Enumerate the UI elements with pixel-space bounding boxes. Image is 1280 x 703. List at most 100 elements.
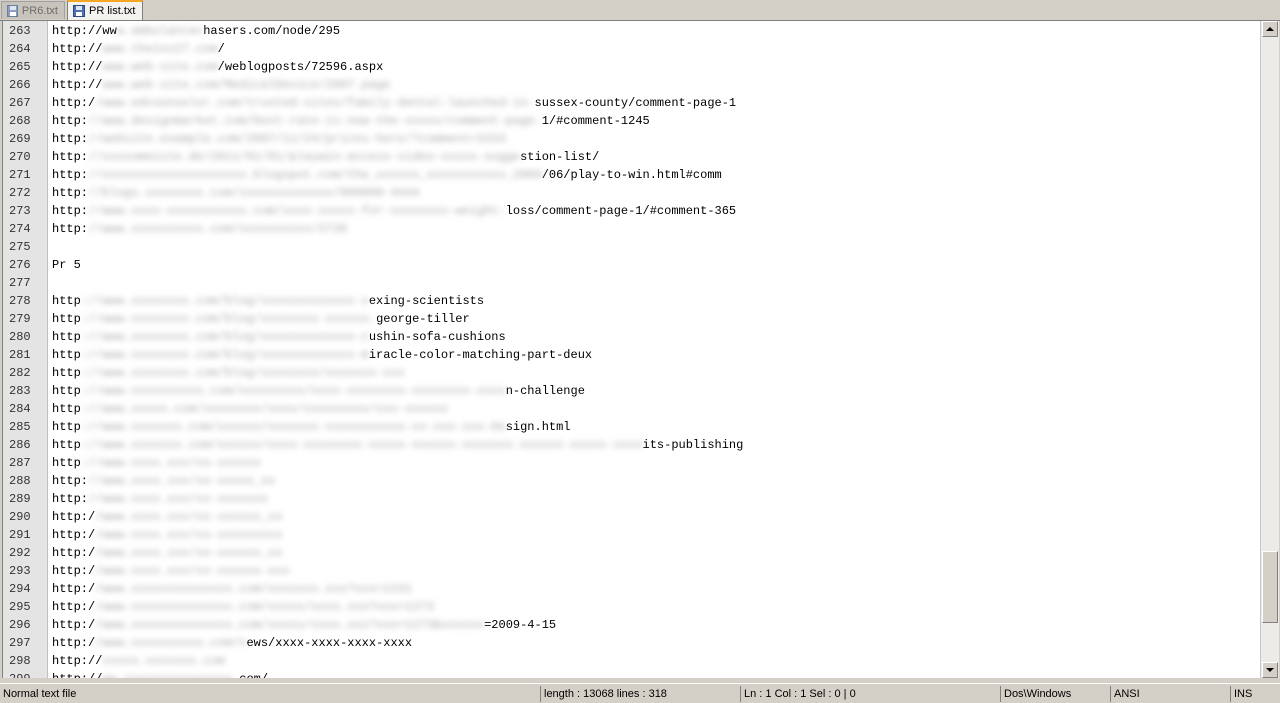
line-number: 281 xyxy=(9,348,31,362)
line-text-redacted: xxxxx.xxxxxxx.com xyxy=(102,654,225,668)
line-text: http://xxxxx.xxxxxxx.com xyxy=(52,652,225,670)
line-text-redacted: ww.xxxxxxxxxxxxxxx. xyxy=(102,672,239,678)
scroll-thumb[interactable] xyxy=(1262,551,1278,623)
line-text-visible: Pr 5 xyxy=(52,258,81,272)
line-number: 264 xyxy=(9,42,31,56)
vertical-scrollbar[interactable] xyxy=(1260,21,1279,678)
editor-line[interactable]: 297 http://www.xxxxxxxxxx.com/news/xxxx-x… xyxy=(3,634,1261,652)
line-number: 292 xyxy=(9,546,31,560)
line-text-redacted: ://www.xxxxxxxx.com/blog/xxxxxxxxxxxxx-m xyxy=(80,348,369,362)
editor-line[interactable]: 278 http://www.xxxxxxxx.com/blog/xxxxxxxx… xyxy=(3,292,1261,310)
line-text: http://www.xxxxxxxx.com/blog/xxxxxxxxxxx… xyxy=(52,328,506,346)
status-insert-mode: INS xyxy=(1230,686,1280,702)
line-text-visible: http:/ xyxy=(52,96,96,110)
line-text: http://www.edcounselor.com/trusted-sites… xyxy=(52,94,736,112)
editor-line[interactable]: 279 http://www.xxxxxxxx.com/blog/xxxxxxxx… xyxy=(3,310,1261,328)
status-filetype: Normal text file xyxy=(3,688,77,700)
editor-line[interactable]: 272 http://blogs.xxxxxxxx.com/xxxxxxxxxxx… xyxy=(3,184,1261,202)
line-text-visible: http:// xyxy=(52,42,103,56)
editor-line[interactable]: 299http://ww.xxxxxxxxxxxxxxx.com/ xyxy=(3,670,1261,678)
line-text-visible: sussex-county/comment-page-1 xyxy=(534,96,737,110)
line-text: http://www.xxxxxxxxxx.com/news/xxxx-xxxx… xyxy=(52,634,412,652)
line-text-visible: http xyxy=(52,402,81,416)
editor-lines[interactable]: 263 http://www.ambulancechasers.com/node/… xyxy=(3,22,1261,678)
line-number: 291 xyxy=(9,528,31,542)
line-text-visible: sign.html xyxy=(505,420,571,434)
line-text-redacted: ://www.xxxxxxxx.com/blog/xxxxxxxxxxxxx-v xyxy=(80,294,369,308)
line-text-redacted: ://www.xxxxx.com/xxxxxxxx/xxxx/xxxxxxxxx… xyxy=(80,402,449,416)
line-number: 283 xyxy=(9,384,31,398)
editor-line[interactable]: 296 http://www.xxxxxxxxxxxxxx.com/xxxxx/x… xyxy=(3,616,1261,634)
editor-line[interactable]: 263 http://www.ambulancechasers.com/node/… xyxy=(3,22,1261,40)
editor-line[interactable]: 281 http://www.xxxxxxxx.com/blog/xxxxxxxx… xyxy=(3,346,1261,364)
line-text-redacted: www.web-site.com/MedicalDevice/2007.page xyxy=(102,78,391,92)
line-text-redacted: //www.designmarket.com/best-rate-is-now-… xyxy=(88,114,542,128)
line-text: http://www.xxxxxxxxxx.com/xxxxxxxxxx/272… xyxy=(52,220,347,238)
editor-line[interactable]: 267 http://www.edcounselor.com/trusted-si… xyxy=(3,94,1261,112)
line-text-visible: iracle-color-matching-part-deux xyxy=(368,348,593,362)
line-text-visible: /weblogposts/72596.aspx xyxy=(217,60,384,74)
editor-line[interactable]: 298 http://xxxxx.xxxxxxx.com xyxy=(3,652,1261,670)
line-text: http://www.the1xx27.com/ xyxy=(52,40,225,58)
editor-line[interactable]: 271 http://xxxxxxxxxxxxxxxxxxxx.blogspot.… xyxy=(3,166,1261,184)
line-text: http://www.xxxxx.com/xxxxxxxx/xxxx/xxxxx… xyxy=(52,400,448,418)
editor-line[interactable]: 293 http://www.xxxx.xxx/xx-xxxxxx-xxx xyxy=(3,562,1261,580)
editor-line[interactable]: 270 http://xxxsomesite.de/2011/01/01/play… xyxy=(3,148,1261,166)
line-text: http://www.xxxx.xxx/xx-xxxxxxx xyxy=(52,490,268,508)
line-number: 268 xyxy=(9,114,31,128)
line-text: http://www.xxxx.xxx/xx-xxxxxx xyxy=(52,454,261,472)
line-number: 299 xyxy=(3,670,49,678)
tab-pr6[interactable]: PR6.txt xyxy=(1,1,65,19)
text-editor[interactable]: 263 http://www.ambulancechasers.com/node/… xyxy=(2,21,1261,678)
editor-line[interactable]: 265 http://www.web-site.com/weblogposts/7… xyxy=(3,58,1261,76)
editor-line[interactable]: 287 http://www.xxxx.xxx/xx-xxxxxx xyxy=(3,454,1261,472)
line-text-redacted: ://www.xxxxxxxx.com/blog/xxxxxxxx-xxxxxx… xyxy=(80,312,377,326)
tab-pr-list[interactable]: PR list.txt xyxy=(67,0,143,20)
editor-line[interactable]: 275 xyxy=(3,238,1261,256)
editor-line[interactable]: 264 http://www.the1xx27.com/ xyxy=(3,40,1261,58)
editor-line[interactable]: 286 http://www.xxxxxxx.com/xxxxxx/xxxx-xx… xyxy=(3,436,1261,454)
editor-line[interactable]: 283 http://www.xxxxxxxxxx.com/xxxxxxxxx/x… xyxy=(3,382,1261,400)
scroll-up-button[interactable] xyxy=(1262,21,1278,37)
line-text-visible: http:/ xyxy=(52,528,96,542)
line-number: 279 xyxy=(9,312,31,326)
line-text-visible: / xyxy=(217,42,225,56)
tab-label: PR6.txt xyxy=(21,4,58,17)
editor-line[interactable]: 292 http://www.xxxx.xxx/xx-xxxxxx_xx xyxy=(3,544,1261,562)
editor-line[interactable]: 285 http://www.xxxxxxx.com/xxxxxx/xxxxxxx… xyxy=(3,418,1261,436)
line-text-visible: http xyxy=(52,330,81,344)
editor-line[interactable]: 280 http://www.xxxxxxxx.com/blog/xxxxxxxx… xyxy=(3,328,1261,346)
editor-line[interactable]: 284 http://www.xxxxx.com/xxxxxxxx/xxxx/xx… xyxy=(3,400,1261,418)
line-text-visible: http:/ xyxy=(52,564,96,578)
editor-line[interactable]: 288 http://www.xxxx.xxx/xx-xxxxx_xx xyxy=(3,472,1261,490)
line-text-visible: stion-list/ xyxy=(520,150,600,164)
editor-line[interactable]: 269 http://website.example.com/2007/11/24… xyxy=(3,130,1261,148)
line-text-visible: http xyxy=(52,312,81,326)
editor-line[interactable]: 268 http://www.designmarket.com/best-rate… xyxy=(3,112,1261,130)
editor-line[interactable]: 290 http://www.xxxx.xxx/xx-xxxxxx_xx xyxy=(3,508,1261,526)
editor-line[interactable]: 266 http://www.web-site.com/MedicalDevice… xyxy=(3,76,1261,94)
scroll-down-button[interactable] xyxy=(1262,662,1278,678)
editor-line[interactable]: 289 http://www.xxxx.xxx/xx-xxxxxxx xyxy=(3,490,1261,508)
line-number: 277 xyxy=(9,276,31,290)
line-text-visible: http:/ xyxy=(52,618,96,632)
line-text: http://www.xxxxxxxx.com/blog/xxxxxxxx-xx… xyxy=(52,310,470,328)
editor-line[interactable]: 277 xyxy=(3,274,1261,292)
line-text-redacted: /www.xxxx.xxx/xx-xxxxxx_xx xyxy=(95,510,283,524)
editor-line[interactable]: 282 http://www.xxxxxxxx.com/blog/xxxxxxxx… xyxy=(3,364,1261,382)
editor-line[interactable]: 276 Pr 5 xyxy=(3,256,1261,274)
line-number: 274 xyxy=(9,222,31,236)
line-text-redacted: www.web-site.com xyxy=(102,60,218,74)
line-text-visible: http: xyxy=(52,168,89,182)
line-text-visible: http: xyxy=(52,186,89,200)
editor-line[interactable]: 274 http://www.xxxxxxxxxx.com/xxxxxxxxxx/… xyxy=(3,220,1261,238)
line-number: 266 xyxy=(9,78,31,92)
line-number: 287 xyxy=(9,456,31,470)
editor-line[interactable]: 295 http://www.xxxxxxxxxxxxxx.com/xxxxx/x… xyxy=(3,598,1261,616)
editor-line[interactable]: 273 http://www.xxxx-xxxxxxxxxxx.com/xxxx-… xyxy=(3,202,1261,220)
editor-line[interactable]: 294 http://www.xxxxxxxxxxxxxx.com/xxxxxxx… xyxy=(3,580,1261,598)
editor-line[interactable]: 291 http://www.xxxx.xxx/xx-xxxxxxxxx xyxy=(3,526,1261,544)
line-text-redacted: //www.xxxxxxxxxx.com/xxxxxxxxxx/2720 xyxy=(88,222,348,236)
line-number: 288 xyxy=(9,474,31,488)
line-number: 263 xyxy=(9,24,31,38)
